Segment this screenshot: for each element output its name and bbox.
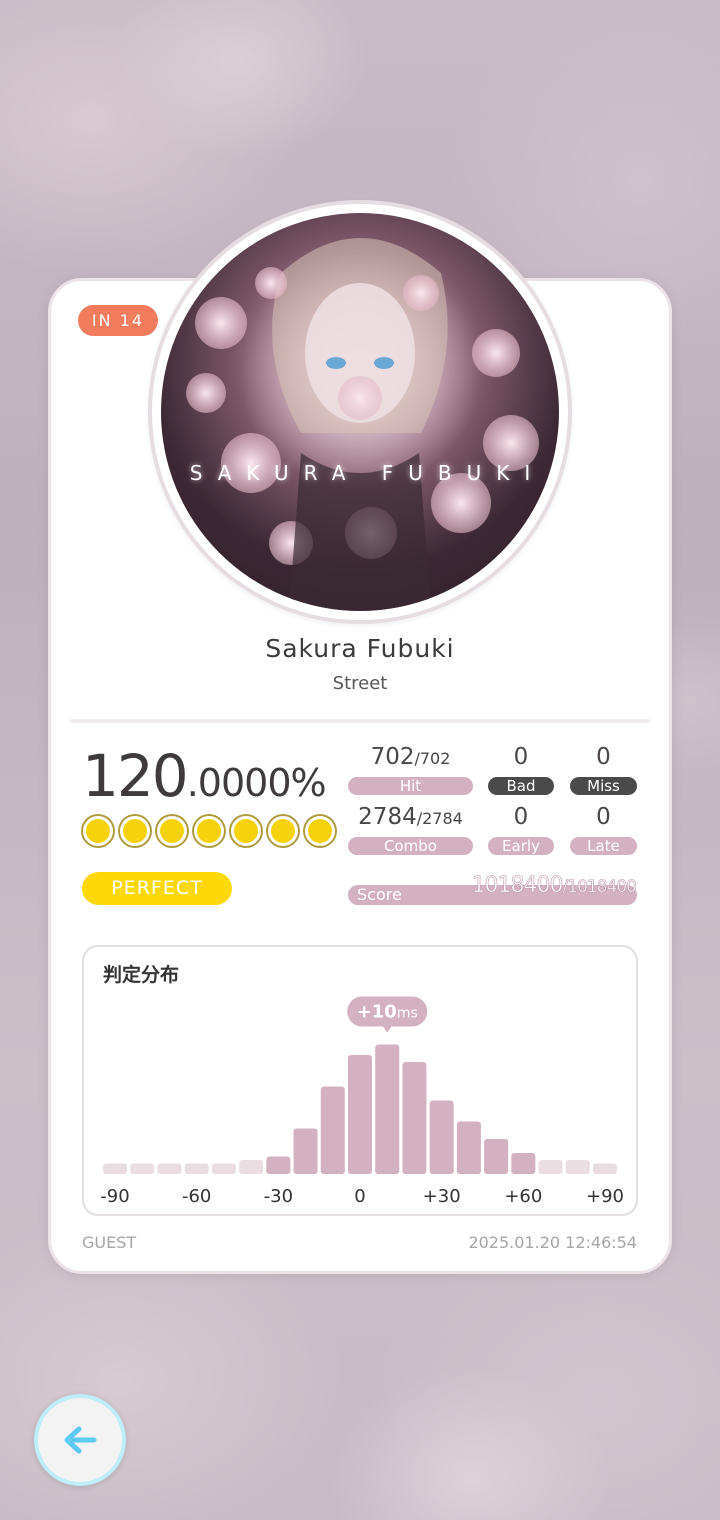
distribution-bar bbox=[157, 1163, 182, 1174]
distribution-bar bbox=[293, 1128, 318, 1174]
distribution-bar bbox=[484, 1139, 509, 1174]
chart-title: 判定分布 bbox=[103, 964, 180, 986]
miss-value: 0 bbox=[596, 744, 611, 770]
combo-count: 2784 bbox=[358, 804, 417, 830]
song-title: Sakura Fubuki bbox=[265, 634, 455, 663]
early-label: Early bbox=[488, 837, 554, 855]
x-tick-label: -60 bbox=[182, 1186, 211, 1207]
hit-count: 702 bbox=[370, 744, 415, 770]
distribution-bar bbox=[456, 1121, 481, 1174]
peak-marker-label: +10ms bbox=[357, 1002, 418, 1023]
x-tick-label: +30 bbox=[423, 1186, 461, 1207]
distribution-bar bbox=[511, 1153, 536, 1174]
late-value: 0 bbox=[596, 804, 611, 830]
song-difficulty: Street bbox=[332, 673, 388, 694]
hit-value: 702/702 bbox=[348, 744, 473, 770]
hit-label: Hit bbox=[348, 777, 473, 795]
distribution-bar bbox=[593, 1163, 617, 1174]
distribution-bar bbox=[266, 1156, 291, 1174]
bad-value: 0 bbox=[513, 744, 529, 770]
distribution-bar bbox=[211, 1163, 236, 1174]
rank-dot bbox=[120, 816, 150, 846]
distribution-bar bbox=[402, 1062, 427, 1174]
arrow-left-icon bbox=[64, 1426, 97, 1454]
hit-total: /702 bbox=[414, 749, 451, 768]
distribution-bar bbox=[538, 1160, 563, 1174]
player-name: GUEST bbox=[82, 1233, 137, 1252]
judgement-distribution-chart: -90 -60 -30 0 +30 +60 +90 +10ms bbox=[100, 996, 624, 1207]
distribution-bar bbox=[130, 1163, 155, 1174]
bad-label: Bad bbox=[488, 777, 554, 795]
accuracy-value: 120.0000% bbox=[82, 742, 327, 810]
x-tick-label: 0 bbox=[354, 1186, 365, 1207]
distribution-bar bbox=[103, 1163, 127, 1174]
miss-label: Miss bbox=[570, 777, 637, 795]
divider bbox=[70, 719, 650, 723]
peak-marker: +10ms bbox=[347, 996, 428, 1033]
early-value: 0 bbox=[513, 804, 529, 830]
distribution-bar bbox=[320, 1086, 345, 1174]
score-label: Score bbox=[357, 885, 402, 904]
level-badge: IN 14 bbox=[78, 305, 158, 336]
combo-total: /2784 bbox=[416, 809, 463, 828]
x-tick-label: +90 bbox=[586, 1186, 624, 1207]
jacket-title-text: SAKURA FUBUKI bbox=[189, 461, 546, 485]
distribution-bar bbox=[375, 1044, 400, 1174]
accuracy-decimal: .0000% bbox=[186, 761, 327, 805]
jacket-artwork bbox=[161, 213, 559, 611]
play-timestamp: 2025.01.20 12:46:54 bbox=[468, 1233, 637, 1252]
x-tick-label: +60 bbox=[504, 1186, 542, 1207]
rank-dot bbox=[83, 816, 113, 846]
rank-dot bbox=[305, 816, 335, 846]
x-tick-label: -90 bbox=[100, 1186, 129, 1207]
perfect-badge: PERFECT bbox=[82, 872, 232, 905]
late-label: Late bbox=[570, 837, 637, 855]
distribution-bar bbox=[239, 1160, 264, 1174]
score-total: /1018400 bbox=[562, 877, 637, 898]
rank-dot bbox=[194, 816, 224, 846]
song-jacket: SAKURA FUBUKI bbox=[161, 213, 559, 611]
combo-label: Combo bbox=[348, 837, 473, 855]
rank-dot bbox=[231, 816, 261, 846]
x-tick-label: -30 bbox=[264, 1186, 293, 1207]
distribution-bar bbox=[348, 1055, 372, 1174]
distribution-bar bbox=[184, 1163, 209, 1174]
rank-dot bbox=[157, 816, 187, 846]
back-button[interactable] bbox=[34, 1394, 126, 1486]
score-number: 1018400 bbox=[471, 873, 564, 899]
accuracy-integer: 120 bbox=[82, 742, 189, 810]
score-value: 1018400/1018400 bbox=[471, 873, 637, 899]
rank-dot bbox=[268, 816, 298, 846]
combo-value: 2784/2784 bbox=[348, 804, 473, 830]
distribution-bar bbox=[565, 1160, 590, 1174]
distribution-bar bbox=[429, 1100, 454, 1174]
rank-dots bbox=[83, 816, 335, 846]
